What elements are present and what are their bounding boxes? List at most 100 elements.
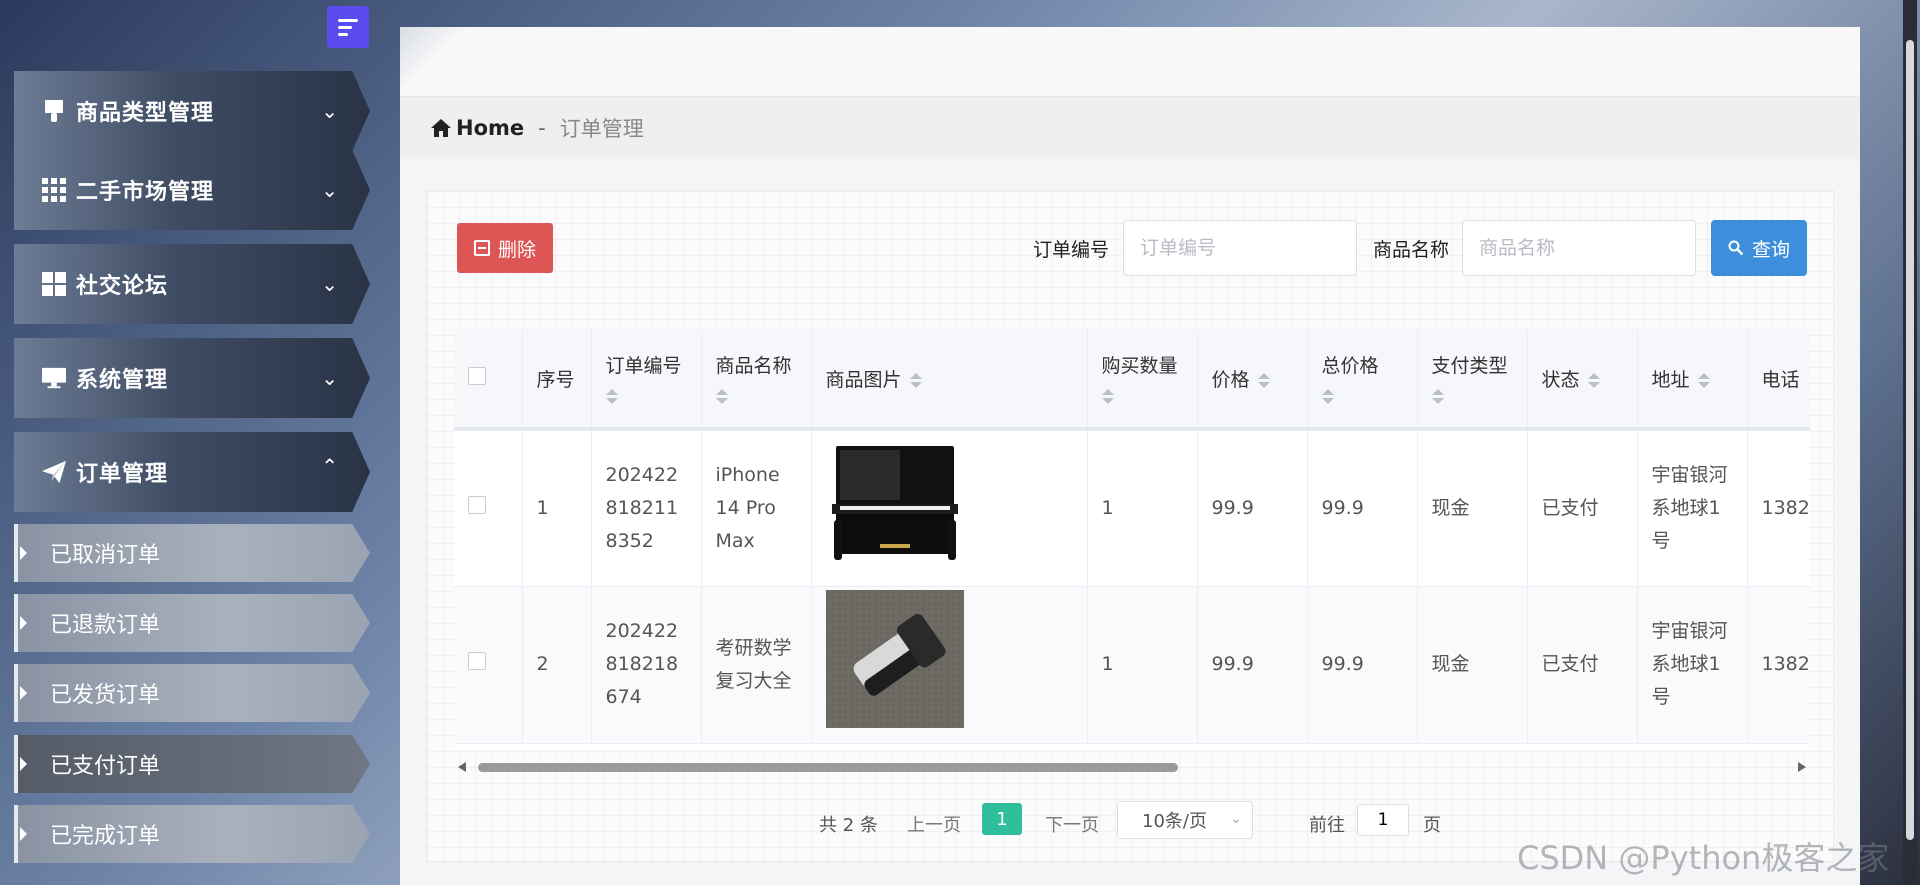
query-button[interactable]: 查询 [1711, 220, 1807, 276]
sidebar-item-paid-orders[interactable]: 已支付订单 [14, 735, 370, 793]
order-table: 序号 订单编号 商品名称 商品图片 购买数量 价格 总价格 支付类型 状态 地址… [454, 329, 1810, 749]
th-total-label: 总价格 [1321, 354, 1379, 377]
nav-group-product-type[interactable]: 商品类型管理 ⌄ [14, 71, 370, 151]
cell-price: 99.9 [1197, 429, 1308, 587]
caret-right-icon [20, 686, 27, 700]
breadcrumb-current: 订单管理 [559, 117, 644, 141]
th-price[interactable]: 价格 [1197, 329, 1308, 431]
breadcrumb-home[interactable]: Home [430, 116, 524, 140]
breadcrumb: Home - 订单管理 [400, 97, 1860, 159]
th-product-name-label: 商品名称 [715, 354, 792, 377]
sort-icon[interactable] [1587, 372, 1600, 388]
paper-plane-icon [42, 460, 66, 484]
page-curl-decoration [400, 27, 472, 87]
sort-icon[interactable] [1321, 388, 1403, 404]
home-icon [431, 119, 451, 137]
select-all-checkbox[interactable] [468, 366, 486, 385]
th-address[interactable]: 地址 [1637, 329, 1748, 431]
table-horizontal-scrollbar[interactable] [454, 759, 1810, 775]
th-pay-type[interactable]: 支付类型 [1417, 329, 1528, 431]
sort-icon[interactable] [1697, 372, 1710, 388]
cell-product-image [811, 586, 1088, 744]
scroll-right-arrow-icon[interactable] [1798, 762, 1806, 772]
cell-product-name: 考研数学复习大全 [701, 586, 812, 744]
scrollbar-thumb[interactable] [478, 763, 1178, 772]
sidebar-item-label: 已支付订单 [50, 754, 161, 779]
delete-button[interactable]: 删除 [457, 223, 553, 273]
sort-icon[interactable] [605, 388, 687, 404]
sort-icon[interactable] [1101, 388, 1183, 404]
page-unit-label: 页 [1423, 815, 1441, 836]
cell-quantity: 1 [1087, 586, 1198, 744]
device-image[interactable] [825, 590, 964, 728]
cell-status: 已支付 [1527, 429, 1638, 587]
cell-price: 99.9 [1197, 586, 1308, 744]
th-order-no[interactable]: 订单编号 [591, 329, 702, 431]
menu-toggle-icon[interactable] [327, 6, 369, 48]
row-select-cell [454, 586, 523, 744]
nav-group-label: 商品类型管理 [76, 101, 215, 126]
sort-icon[interactable] [1431, 388, 1513, 404]
chevron-down-icon: ⌄ [1230, 811, 1242, 827]
row-checkbox[interactable] [468, 652, 486, 670]
order-no-input[interactable] [1123, 220, 1357, 276]
nav-group-system[interactable]: 系统管理 ⌄ [14, 338, 370, 418]
sidebar-item-label: 已退款订单 [50, 613, 161, 638]
product-name-input[interactable] [1462, 220, 1696, 276]
page-vertical-scrollbar[interactable] [1903, 0, 1917, 885]
goto-page-input[interactable] [1357, 804, 1409, 836]
piano-image[interactable] [825, 439, 964, 566]
chevron-down-icon: ⌄ [321, 272, 338, 296]
cell-total: 99.9 [1307, 586, 1418, 744]
row-checkbox[interactable] [468, 495, 486, 514]
sort-icon[interactable] [909, 372, 922, 388]
order-card: 删除 订单编号 商品名称 查询 序号 [426, 190, 1834, 862]
nav-group-market[interactable]: 二手市场管理 ⌄ [14, 150, 370, 230]
nav-group-label: 系统管理 [76, 368, 169, 393]
scroll-left-arrow-icon[interactable] [458, 762, 466, 772]
sort-icon[interactable] [715, 388, 797, 404]
table-row[interactable]: 1 2024228182118352 iPhone 14 Pro Max 1 9… [454, 429, 1810, 587]
pagination-page-1[interactable]: 1 [982, 803, 1022, 835]
pagination-total: 共 2 条 [819, 815, 878, 836]
sidebar-item-refunded-orders[interactable]: 已退款订单 [14, 594, 370, 652]
nav-group-forum[interactable]: 社交论坛 ⌄ [14, 244, 370, 324]
page-size-select[interactable]: 10条/页 ⌄ [1117, 801, 1253, 839]
cell-status: 已支付 [1527, 586, 1638, 744]
sidebar-item-label: 已发货订单 [50, 683, 161, 708]
th-index: 序号 [522, 329, 592, 431]
nav-group-label: 二手市场管理 [76, 180, 215, 205]
paint-brush-icon [42, 99, 66, 123]
th-product-image[interactable]: 商品图片 [811, 329, 1088, 431]
th-total[interactable]: 总价格 [1307, 329, 1418, 431]
toolbar: 删除 订单编号 商品名称 查询 [427, 191, 1833, 301]
th-status-label: 状态 [1541, 368, 1580, 391]
pagination-prev[interactable]: 上一页 [907, 811, 961, 837]
sidebar-item-shipped-orders[interactable]: 已发货订单 [14, 664, 370, 722]
th-quantity-label: 购买数量 [1101, 354, 1178, 377]
search-icon [1728, 240, 1744, 256]
chevron-down-icon: ⌄ [321, 99, 338, 123]
sidebar-item-label: 已完成订单 [50, 824, 161, 849]
th-order-no-label: 订单编号 [605, 354, 682, 377]
th-pay-type-label: 支付类型 [1431, 354, 1508, 377]
nav-group-label: 社交论坛 [76, 274, 169, 299]
sort-icon[interactable] [1257, 372, 1270, 388]
sidebar-item-completed-orders[interactable]: 已完成订单 [14, 805, 370, 863]
scrollbar-thumb[interactable] [1906, 40, 1914, 840]
th-product-name[interactable]: 商品名称 [701, 329, 812, 431]
grid-icon [42, 178, 66, 202]
th-status[interactable]: 状态 [1527, 329, 1638, 431]
sidebar-item-cancelled-orders[interactable]: 已取消订单 [14, 524, 370, 582]
page-size-value: 10条/页 [1142, 811, 1207, 832]
th-quantity[interactable]: 购买数量 [1087, 329, 1198, 431]
chevron-up-icon: ⌃ [321, 454, 338, 478]
nav-group-orders[interactable]: 订单管理 ⌃ [14, 432, 370, 512]
pagination-next[interactable]: 下一页 [1045, 811, 1099, 837]
goto-label: 前往 [1309, 815, 1345, 836]
cell-product-image [811, 429, 1088, 587]
top-bar [400, 27, 1860, 97]
table-row[interactable]: 2 202422818218674 考研数学复习大全 1 99.9 99.9 现… [454, 586, 1810, 744]
cell-order-no: 2024228182118352 [591, 429, 702, 587]
cell-phone: 13828888 [1747, 586, 1810, 744]
